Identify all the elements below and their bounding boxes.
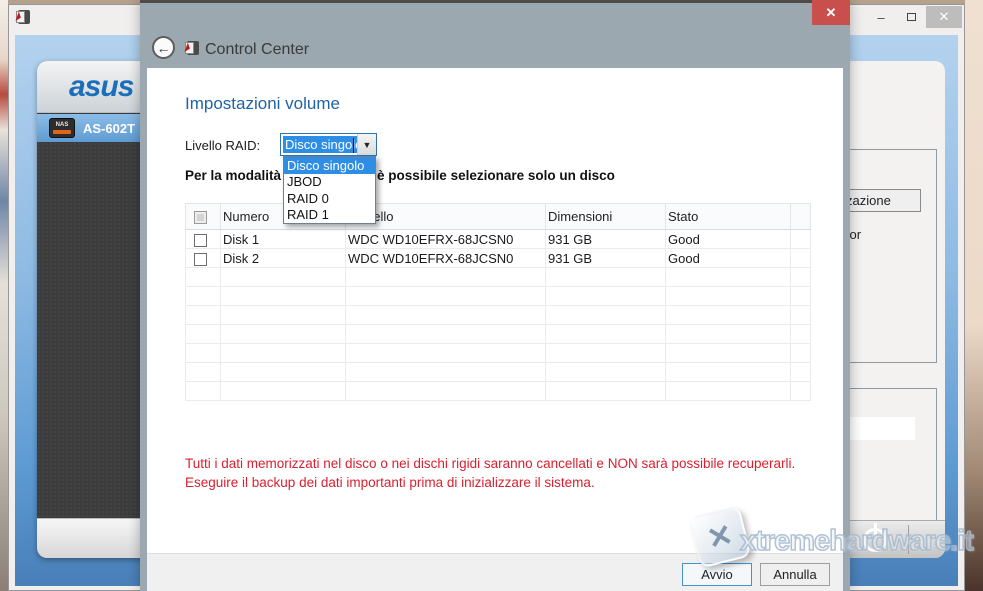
dialog-close-button[interactable]: ✕ xyxy=(812,0,850,25)
window-close-button[interactable]: ✕ xyxy=(926,6,962,28)
disk1-modello: WDC WD10EFRX-68JCSN0 xyxy=(346,230,546,249)
cancel-button[interactable]: Annulla xyxy=(760,563,830,586)
table-row-empty xyxy=(186,268,811,287)
table-row-disk2[interactable]: Disk 2 WDC WD10EFRX-68JCSN0 931 GB Good xyxy=(186,249,811,268)
disk2-stato: Good xyxy=(666,249,791,268)
select-all-checkbox[interactable] xyxy=(194,211,207,224)
table-row-empty xyxy=(186,363,811,382)
raid-level-label: Livello RAID: xyxy=(185,138,260,153)
warning-line-2: Eseguire il backup dei dati importanti p… xyxy=(185,473,795,492)
disk1-dimensioni: 931 GB xyxy=(546,230,666,249)
disk1-numero: Disk 1 xyxy=(221,230,346,249)
screen: – ✕ asus NAS AS-602T xyxy=(0,0,983,591)
maximize-button[interactable] xyxy=(896,6,926,28)
status-field-partial xyxy=(841,417,915,440)
nas-badge: NAS xyxy=(56,122,69,128)
disk2-numero: Disk 2 xyxy=(221,249,346,268)
toolbar-divider xyxy=(908,525,909,554)
bottom-toolbar xyxy=(845,520,945,558)
dialog-content: Impostazioni volume Livello RAID: Disco … xyxy=(147,68,843,591)
desktop-edge-left xyxy=(0,0,8,591)
dropdown-option-raid1[interactable]: RAID 1 xyxy=(284,207,375,224)
volume-settings-dialog: ← Control Center ✕ Impostazioni volume L… xyxy=(140,0,850,591)
dialog-title: Control Center xyxy=(205,41,309,59)
control-center-app-icon xyxy=(15,9,31,25)
raid-level-select[interactable]: Disco singolo ▼ xyxy=(280,133,377,156)
status-groupbox xyxy=(841,388,937,529)
column-header-stato: Stato xyxy=(666,204,791,230)
column-header-extra xyxy=(791,204,811,230)
page-title: Impostazioni volume xyxy=(185,94,340,114)
mode-message: Per la modalità Disco singolo è possibil… xyxy=(185,168,615,183)
maximize-icon xyxy=(907,13,916,21)
warning-line-1: Tutti i dati memorizzati nel disco o nei… xyxy=(185,454,795,473)
disk-table: Numero Modello Dimensioni Stato Disk 1 W… xyxy=(185,203,811,401)
power-icon[interactable] xyxy=(863,528,887,552)
start-button[interactable]: Avvio xyxy=(682,563,752,586)
nas-led-bar xyxy=(53,130,71,134)
table-header-row: Numero Modello Dimensioni Stato xyxy=(186,204,811,230)
caption-buttons: – ✕ xyxy=(866,6,962,28)
header-checkbox-cell xyxy=(186,204,221,230)
info-groupbox xyxy=(841,149,937,363)
nas-device-icon: NAS xyxy=(49,118,75,138)
table-row-empty xyxy=(186,325,811,344)
asustor-logo: asus xyxy=(37,70,133,104)
details-panel: zazione sor xyxy=(845,61,945,558)
text-caret xyxy=(353,138,354,153)
raid-level-selected-value: Disco singolo xyxy=(283,136,357,153)
chevron-down-icon[interactable]: ▼ xyxy=(357,134,376,155)
minimize-button[interactable]: – xyxy=(866,6,896,28)
raid-level-dropdown: Disco singolo JBOD RAID 0 RAID 1 xyxy=(283,156,376,224)
device-name: AS-602T xyxy=(83,121,135,136)
back-button[interactable]: ← xyxy=(152,36,175,59)
dialog-app-icon xyxy=(184,40,200,56)
disk1-stato: Good xyxy=(666,230,791,249)
table-row-empty xyxy=(186,287,811,306)
disk2-modello: WDC WD10EFRX-68JCSN0 xyxy=(346,249,546,268)
dropdown-option-raid0[interactable]: RAID 0 xyxy=(284,190,375,207)
table-row-empty xyxy=(186,344,811,363)
table-row-empty xyxy=(186,382,811,401)
data-loss-warning: Tutti i dati memorizzati nel disco o nei… xyxy=(185,454,795,492)
table-row-disk1[interactable]: Disk 1 WDC WD10EFRX-68JCSN0 931 GB Good xyxy=(186,230,811,249)
disk2-dimensioni: 931 GB xyxy=(546,249,666,268)
column-header-dimensioni: Dimensioni xyxy=(546,204,666,230)
disk2-checkbox[interactable] xyxy=(194,253,207,266)
initialization-button-partial[interactable]: zazione xyxy=(841,189,921,212)
desktop-edge-right xyxy=(965,0,983,591)
dropdown-option-disco-singolo[interactable]: Disco singolo xyxy=(284,157,375,174)
disk1-checkbox[interactable] xyxy=(194,234,207,247)
dialog-header: ← Control Center ✕ xyxy=(140,3,850,68)
dropdown-option-jbod[interactable]: JBOD xyxy=(284,174,375,191)
table-row-empty xyxy=(186,306,811,325)
dialog-footer: Avvio Annulla xyxy=(147,553,843,591)
